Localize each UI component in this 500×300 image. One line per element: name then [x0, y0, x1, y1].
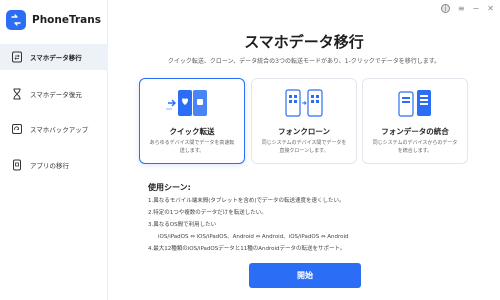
menu-icon[interactable]: ≡	[458, 4, 465, 13]
card-description: 同じシステムのデバイスからのデータを統合します。	[372, 140, 458, 154]
brand: PhoneTrans	[6, 10, 101, 30]
sidebar-item-label: アプリの移行	[30, 162, 69, 170]
sidebar-item-label: スマホバックアップ	[30, 126, 89, 134]
sidebar-item-label: スマホデータ復元	[30, 91, 82, 99]
card-description: あらゆるデバイス間でデータを高速転送します。	[149, 140, 235, 154]
card-title: フォンクローン	[277, 127, 331, 136]
close-icon[interactable]: ✕	[487, 4, 494, 13]
page-title: スマホデータ移行	[244, 33, 364, 51]
transfer-icon	[10, 50, 24, 64]
sidebar-item-backup[interactable]: スマホバックアップ	[0, 116, 108, 142]
usage-line: iOS/iPadOS ⇔ iOS/iPadOS、Android ⇔ Androi…	[158, 234, 349, 240]
card-title: クイック転送	[169, 127, 215, 136]
start-button[interactable]: 開始	[249, 263, 361, 288]
usage-heading: 使用シーン:	[148, 183, 191, 192]
sidebar-item-restore[interactable]: スマホデータ復元	[0, 81, 108, 107]
page-subtitle: クイック転送、クローン、データ統合の3つの転送モードがあり、1-クリックでデータ…	[167, 58, 441, 65]
backup-icon	[10, 122, 24, 136]
phonetrans-logo-icon	[6, 10, 26, 30]
usage-line: 4.最大12種類のiOS/iPadOSデータと11種のAndroidデータの転送…	[148, 246, 346, 252]
usage-line: 3.異なるOS間で利用したい	[148, 222, 217, 228]
sidebar-item-app-transfer[interactable]: アプリの移行	[0, 152, 108, 178]
sidebar-item-label: スマホデータ移行	[30, 54, 82, 62]
card-title: フォンデータの統合	[381, 127, 449, 136]
minimize-icon[interactable]: −	[473, 4, 480, 13]
mode-card-quick-transfer[interactable]: クイック転送 あらゆるデバイス間でデータを高速転送します。	[139, 78, 245, 164]
usage-line: 2.特定の1つや複数のデータだけを転送したい。	[148, 210, 267, 216]
app-name: PhoneTrans	[32, 14, 101, 26]
app-transfer-icon	[10, 158, 24, 172]
mode-card-data-merge[interactable]: フォンデータの統合 同じシステムのデバイスからのデータを統合します。	[362, 78, 468, 164]
data-merge-icon	[387, 87, 443, 125]
info-icon[interactable]: i	[440, 4, 450, 13]
hourglass-icon	[10, 87, 24, 101]
usage-line: 1.異なるモバイル端末間(タブレットを含め)でデータの転送速度を速くしたい。	[148, 198, 345, 204]
card-description: 同じシステムのデバイス間でデータを直接クローンします。	[261, 140, 347, 154]
sidebar: PhoneTrans スマホデータ移行 スマホデータ復元 スマホバックアップ ア…	[0, 0, 108, 300]
sidebar-item-transfer[interactable]: スマホデータ移行	[0, 44, 108, 70]
mode-card-phone-clone[interactable]: フォンクローン 同じシステムのデバイス間でデータを直接クローンします。	[251, 78, 357, 164]
phone-clone-icon	[276, 87, 332, 125]
window-controls: i ≡ − ✕	[440, 4, 494, 13]
quick-transfer-icon	[164, 87, 220, 125]
